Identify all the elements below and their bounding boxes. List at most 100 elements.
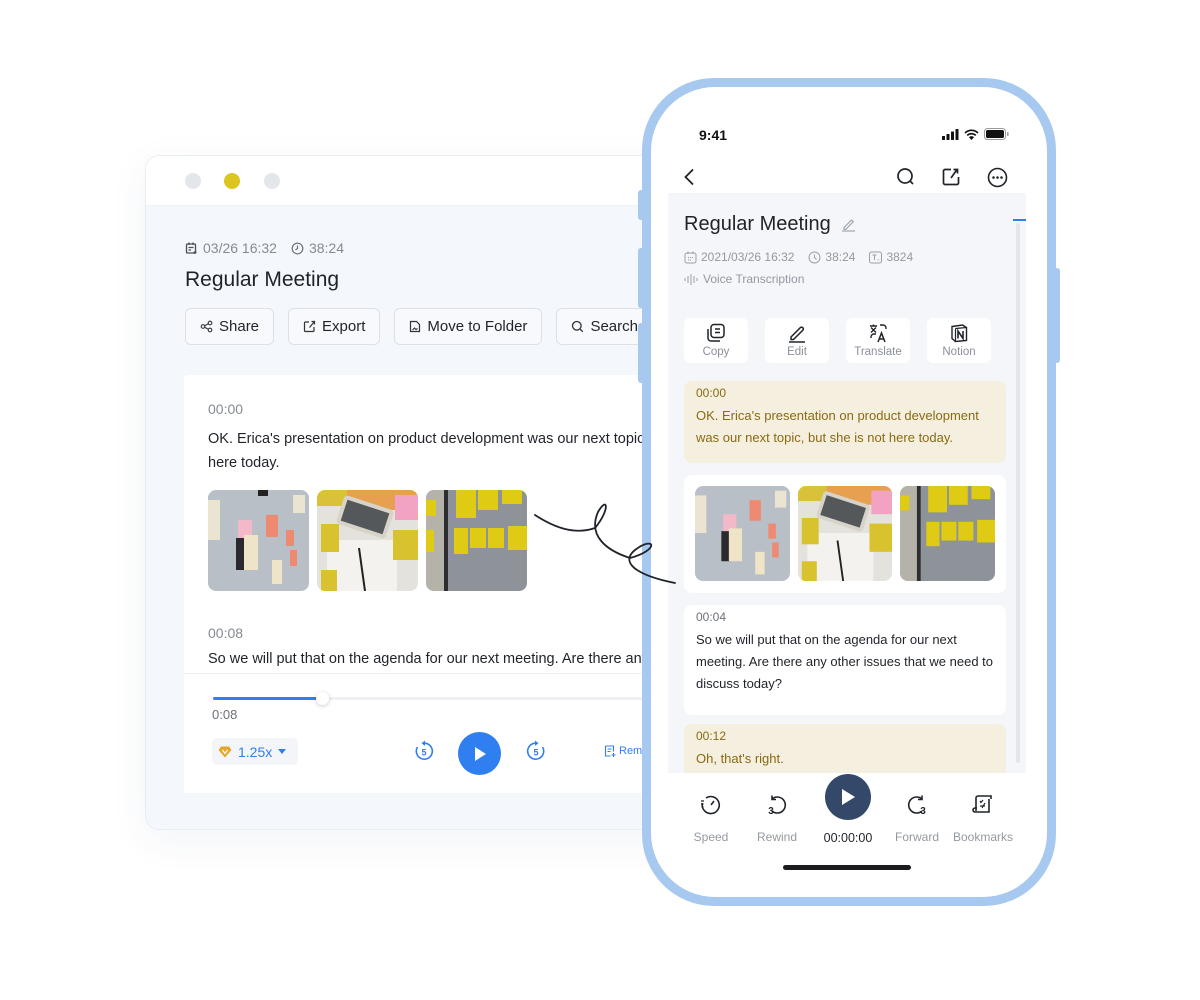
window-maximize-button[interactable]	[264, 173, 280, 189]
note-datetime: 2021/03/26 16:32	[701, 250, 795, 264]
clock-icon	[291, 242, 304, 254]
chevron-left-icon	[684, 168, 694, 186]
skip-forward-button[interactable]: 5	[525, 740, 547, 762]
status-time: 9:41	[699, 127, 728, 143]
chevron-down-icon	[278, 749, 287, 754]
transcript-segment[interactable]: 00:00 OK. Erica's presentation on produc…	[684, 381, 1006, 463]
progress-fill	[213, 697, 323, 700]
copy-button[interactable]: Copy	[684, 318, 748, 363]
segment-text: OK. Erica's presentation on product deve…	[696, 408, 979, 445]
translate-icon	[870, 324, 887, 343]
current-time: 0:08	[212, 707, 238, 722]
page-title: Regular Meeting	[185, 268, 340, 291]
notion-icon	[951, 324, 968, 343]
transcript-segment[interactable]: 00:04 So we will put that on the agenda …	[684, 605, 1006, 715]
progress-slider[interactable]	[213, 692, 704, 705]
progress-handle[interactable]	[316, 692, 330, 705]
status-icons	[942, 128, 1009, 140]
edit-title-icon[interactable]	[841, 217, 856, 232]
playback-bar: Speed 3 Rewind 00:00:00 3 Forward Bookma…	[651, 774, 1047, 857]
scrollbar[interactable]	[1013, 219, 1026, 763]
rewind-label: Rewind	[756, 830, 798, 844]
image-thumbnail[interactable]	[797, 486, 893, 581]
calendar-edit-icon	[185, 242, 197, 254]
share-icon	[200, 320, 213, 333]
image-thumbnail[interactable]	[695, 486, 790, 581]
wifi-icon	[964, 129, 979, 140]
forward-5-icon: 5	[526, 740, 545, 760]
search-icon	[897, 168, 914, 185]
translate-button[interactable]: Translate	[846, 318, 910, 363]
search-label: Search	[590, 318, 638, 335]
export-button[interactable]: Export	[288, 308, 381, 345]
copy-label: Copy	[702, 346, 730, 358]
desktop-toolbar: Share Export Move to Folder Search	[185, 308, 653, 345]
note-type: Voice Transcription	[684, 272, 804, 286]
edit-button[interactable]: Edit	[765, 318, 829, 363]
search-icon	[572, 320, 584, 333]
image-thumbnail[interactable]	[317, 490, 418, 591]
segment-text: OK. Erica's presentation on product deve…	[208, 431, 705, 471]
move-to-folder-label: Move to Folder	[427, 318, 528, 335]
home-indicator[interactable]	[783, 865, 911, 870]
bookmarks-button[interactable]: Bookmarks	[948, 793, 1018, 844]
share-button[interactable]	[939, 165, 963, 189]
move-to-folder-button[interactable]: Move to Folder	[394, 308, 543, 345]
forward-label: Forward	[894, 830, 939, 844]
search-button[interactable]	[894, 165, 918, 189]
segment-timestamp[interactable]: 00:08	[208, 625, 243, 641]
skip-back-button[interactable]: 5	[413, 740, 435, 762]
calendar-icon	[684, 251, 697, 263]
segment-timestamp: 00:00	[696, 386, 727, 400]
play-icon	[474, 746, 486, 761]
copy-icon	[707, 323, 725, 342]
phone-volume-up	[638, 248, 644, 308]
scroll-thumb[interactable]	[1013, 219, 1026, 221]
back-button[interactable]	[677, 165, 701, 189]
segment-text: So we will put that on the agenda for ou…	[696, 632, 994, 691]
remark-icon	[604, 745, 616, 757]
speed-button[interactable]: Speed	[676, 793, 746, 844]
svg-text:5: 5	[533, 748, 538, 758]
note-type-label: Voice Transcription	[703, 272, 805, 286]
transcript-content: Regular Meeting 2021/03/26 16:32 38:24 3…	[668, 193, 1026, 773]
rewind-5-icon: 5	[415, 740, 434, 760]
svg-text:3: 3	[920, 806, 926, 816]
phone-mute-switch	[638, 190, 644, 220]
segment-timestamp[interactable]: 00:00	[208, 401, 243, 417]
note-title-text: Regular Meeting	[684, 213, 831, 235]
notion-button[interactable]: Notion	[927, 318, 991, 363]
speed-dropdown[interactable]: 1.25x	[212, 738, 298, 765]
window-close-button[interactable]	[185, 173, 201, 189]
window-titlebar	[146, 156, 704, 206]
word-count-icon	[869, 251, 883, 263]
segment-text: So we will put that on the agenda for ou…	[208, 651, 704, 667]
translate-label: Translate	[854, 346, 902, 358]
transcript-segment[interactable]: 00:12 Oh, that's right.	[684, 724, 1006, 773]
playback-time: 00:00:00	[823, 831, 873, 845]
play-icon	[842, 789, 855, 805]
more-button[interactable]	[985, 165, 1009, 189]
window-minimize-button[interactable]	[224, 173, 240, 189]
edit-label: Edit	[787, 346, 807, 358]
phone-volume-down	[638, 323, 644, 383]
image-thumbnail[interactable]	[426, 490, 527, 591]
note-word-count: 3824	[886, 250, 914, 264]
svg-text:3: 3	[768, 806, 774, 816]
play-button[interactable]	[825, 774, 871, 820]
image-thumbnail[interactable]	[900, 486, 996, 581]
audio-player: 0:08 1.25x 5 5 Rema	[184, 673, 704, 793]
share-label: Share	[219, 318, 260, 335]
play-button[interactable]	[458, 732, 501, 775]
image-thumbnail[interactable]	[208, 490, 309, 591]
forward-button[interactable]: 3 Forward	[882, 793, 952, 844]
forward-3-icon: 3	[907, 795, 926, 816]
svg-text:5: 5	[421, 748, 426, 758]
speedometer-icon	[701, 795, 721, 815]
phone-screen: 9:41 Regular Meeting 2021/03/26 16:32 38…	[651, 87, 1047, 897]
recording-meta: 03/26 16:32 38:24	[185, 240, 344, 256]
segment-text: Oh, that's right.	[696, 751, 784, 766]
share-button[interactable]: Share	[185, 308, 275, 345]
export-icon	[303, 320, 316, 333]
battery-icon	[984, 128, 1009, 140]
